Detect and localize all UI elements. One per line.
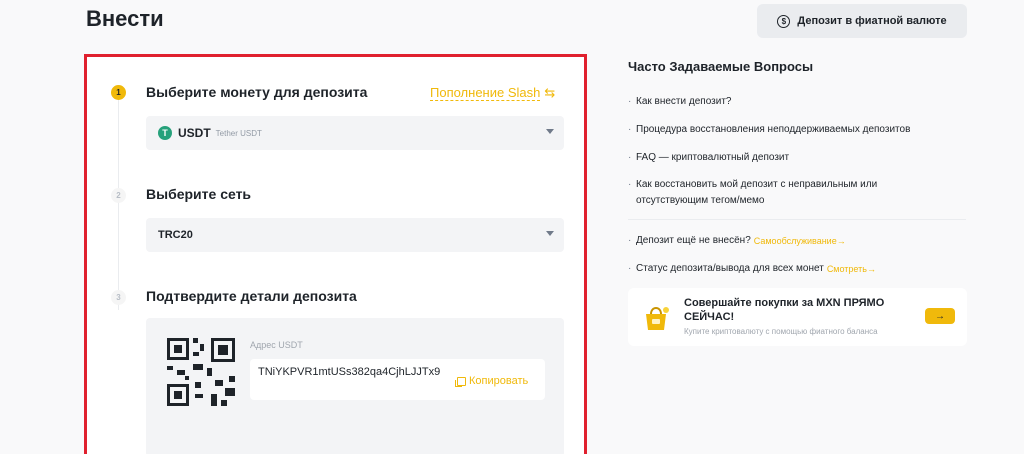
faq-item[interactable]: · Процедура восстановления неподдерживаем… — [628, 122, 910, 138]
promo-title: Совершайте покупки за MXN ПРЯМО СЕЙЧАС! — [684, 297, 885, 323]
faq-item-text: отсутствующим тегом/мемо — [636, 195, 765, 206]
bullet-icon: · — [628, 96, 632, 107]
copy-address-button[interactable]: Копировать — [455, 375, 529, 387]
address-label: Адрес USDT — [250, 340, 303, 350]
status-row: · Статус депозита/вывода для всех монет … — [628, 261, 876, 277]
copy-icon — [455, 376, 466, 387]
faq-item-text: Как внести депозит? — [636, 96, 732, 107]
usdt-icon: T — [158, 126, 172, 140]
step-title-confirm-details: Подтвердите детали депозита — [146, 288, 357, 304]
network-select[interactable]: TRC20 — [146, 218, 564, 252]
deposit-panel: 1 Выберите монету для депозита Пополнени… — [84, 54, 587, 454]
address-box: TNiYKPVR1mtUSs382qa4CjhLJJTx9 Копировать — [250, 359, 545, 400]
slash-deposit-link[interactable]: Пополнение Slash ⇆ — [430, 85, 555, 101]
dollar-coin-icon: $ — [777, 14, 791, 28]
shopping-bag-icon — [646, 307, 669, 330]
faq-item-continued[interactable]: отсутствующим тегом/мемо — [636, 193, 764, 209]
promo-subtitle: Купите криптовалюту с помощью фиатного б… — [684, 327, 878, 336]
self-service-link[interactable]: Самообслуживание→ — [754, 233, 846, 249]
chevron-down-icon — [546, 129, 554, 134]
step-number-3: 3 — [111, 290, 126, 305]
copy-label: Копировать — [469, 375, 529, 387]
step-title-select-coin: Выберите монету для депозита — [146, 84, 368, 100]
step-number-1: 1 — [111, 85, 126, 100]
bullet-icon: · — [628, 124, 632, 135]
not-deposited-text: Депозит ещё не внесён? — [636, 235, 751, 246]
step-title-select-network: Выберите сеть — [146, 186, 252, 202]
deposit-address: TNiYKPVR1mtUSs382qa4CjhLJJTx9 — [258, 366, 441, 378]
faq-item-text: Процедура восстановления неподдерживаемы… — [636, 124, 911, 135]
promo-banner[interactable]: Совершайте покупки за MXN ПРЯМО СЕЙЧАС! … — [628, 288, 967, 346]
chevron-down-icon — [546, 231, 554, 236]
faq-item[interactable]: · Как восстановить мой депозит с неправил… — [628, 177, 877, 193]
bullet-icon: · — [628, 179, 632, 190]
page-title: Внести — [86, 6, 164, 31]
not-deposited-row: · Депозит ещё не внесён? Самообслуживани… — [628, 233, 846, 249]
faq-divider — [628, 219, 966, 220]
status-text: Статус депозита/вывода для всех монет — [636, 263, 824, 274]
coin-select[interactable]: T USDT Tether USDT — [146, 116, 564, 150]
swap-icon: ⇆ — [544, 85, 556, 100]
bullet-icon: · — [628, 263, 632, 274]
arrow-right-icon[interactable]: → — [925, 308, 955, 324]
faq-item[interactable]: · Как внести депозит? — [628, 94, 731, 110]
view-status-link[interactable]: Смотреть→ — [827, 261, 876, 277]
faq-title: Часто Задаваемые Вопросы — [628, 59, 814, 74]
faq-item-text: Как восстановить мой депозит с неправиль… — [636, 179, 878, 190]
fiat-deposit-button[interactable]: $ Депозит в фиатной валюте — [757, 4, 967, 38]
faq-item-text: FAQ — криптовалютный депозит — [636, 152, 790, 163]
slash-deposit-label: Пополнение Slash — [430, 85, 541, 101]
bullet-icon: · — [628, 235, 632, 246]
deposit-details-box: Адрес USDT TNiYKPVR1mtUSs382qa4CjhLJJTx9… — [146, 318, 564, 454]
step-number-2: 2 — [111, 188, 126, 203]
network-value: TRC20 — [158, 229, 193, 241]
coin-full-name: Tether USDT — [215, 128, 262, 138]
fiat-deposit-label: Депозит в фиатной валюте — [797, 15, 947, 27]
faq-item[interactable]: · FAQ — криптовалютный депозит — [628, 150, 789, 166]
qr-code-icon[interactable] — [165, 336, 239, 410]
bullet-icon: · — [628, 152, 632, 163]
coin-symbol: USDT — [178, 126, 211, 140]
